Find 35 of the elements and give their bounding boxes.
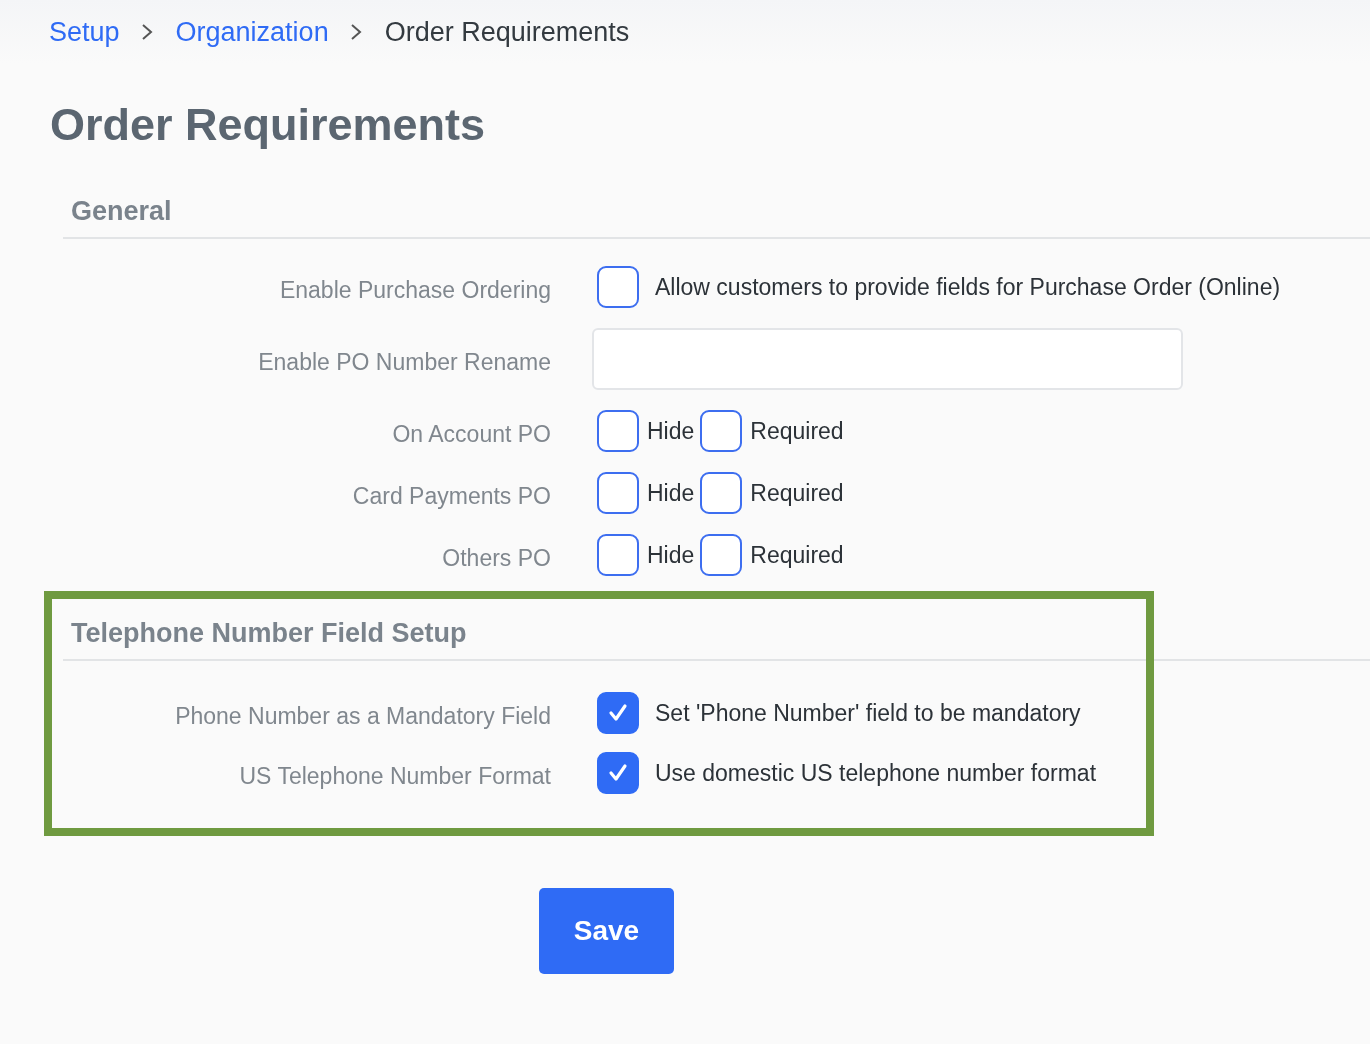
checkbox-label: Hide: [647, 479, 695, 507]
checkmark-icon: [607, 702, 629, 724]
checkbox-label: Required: [750, 479, 844, 507]
checkbox[interactable]: [700, 534, 743, 576]
checkbox[interactable]: [597, 266, 639, 308]
field-label: Enable PO Number Rename: [258, 347, 551, 376]
checkbox-label: Allow customers to provide fields for Purchase Order (Online): [655, 273, 1281, 301]
page-title: Order Requirements: [50, 100, 487, 150]
field-label: On Account PO: [392, 419, 551, 448]
checkbox-label: Required: [750, 541, 844, 569]
section-title: General: [71, 195, 172, 227]
checkbox[interactable]: [700, 410, 743, 452]
checkbox[interactable]: [700, 472, 743, 514]
section-title: Telephone Number Field Setup: [71, 617, 467, 649]
field-label: Others PO: [442, 543, 551, 572]
field-label: Card Payments PO: [352, 481, 551, 510]
checkmark-icon: [607, 762, 629, 784]
save-button[interactable]: Save: [539, 888, 674, 974]
checkbox[interactable]: [597, 752, 639, 794]
checkbox-label: Set 'Phone Number' field to be mandatory: [655, 699, 1081, 727]
field-label: Phone Number as a Mandatory Field: [175, 701, 551, 730]
breadcrumb-link[interactable]: Organization: [175, 16, 329, 48]
checkbox-label: Hide: [647, 541, 695, 569]
checkbox[interactable]: [597, 534, 639, 576]
checkbox[interactable]: [597, 472, 639, 514]
checkbox[interactable]: [597, 410, 639, 452]
checkbox-label: Required: [750, 417, 844, 445]
field-label: Enable Purchase Ordering: [279, 275, 551, 304]
field-label: US Telephone Number Format: [239, 761, 551, 790]
current-page-label: Order Requirements: [384, 16, 630, 48]
checkbox-label: Use domestic US telephone number format: [655, 759, 1097, 787]
checkbox[interactable]: [597, 692, 639, 734]
breadcrumb-link[interactable]: Setup: [49, 16, 120, 48]
checkbox-label: Hide: [647, 417, 695, 445]
input-field[interactable]: [592, 328, 1183, 390]
